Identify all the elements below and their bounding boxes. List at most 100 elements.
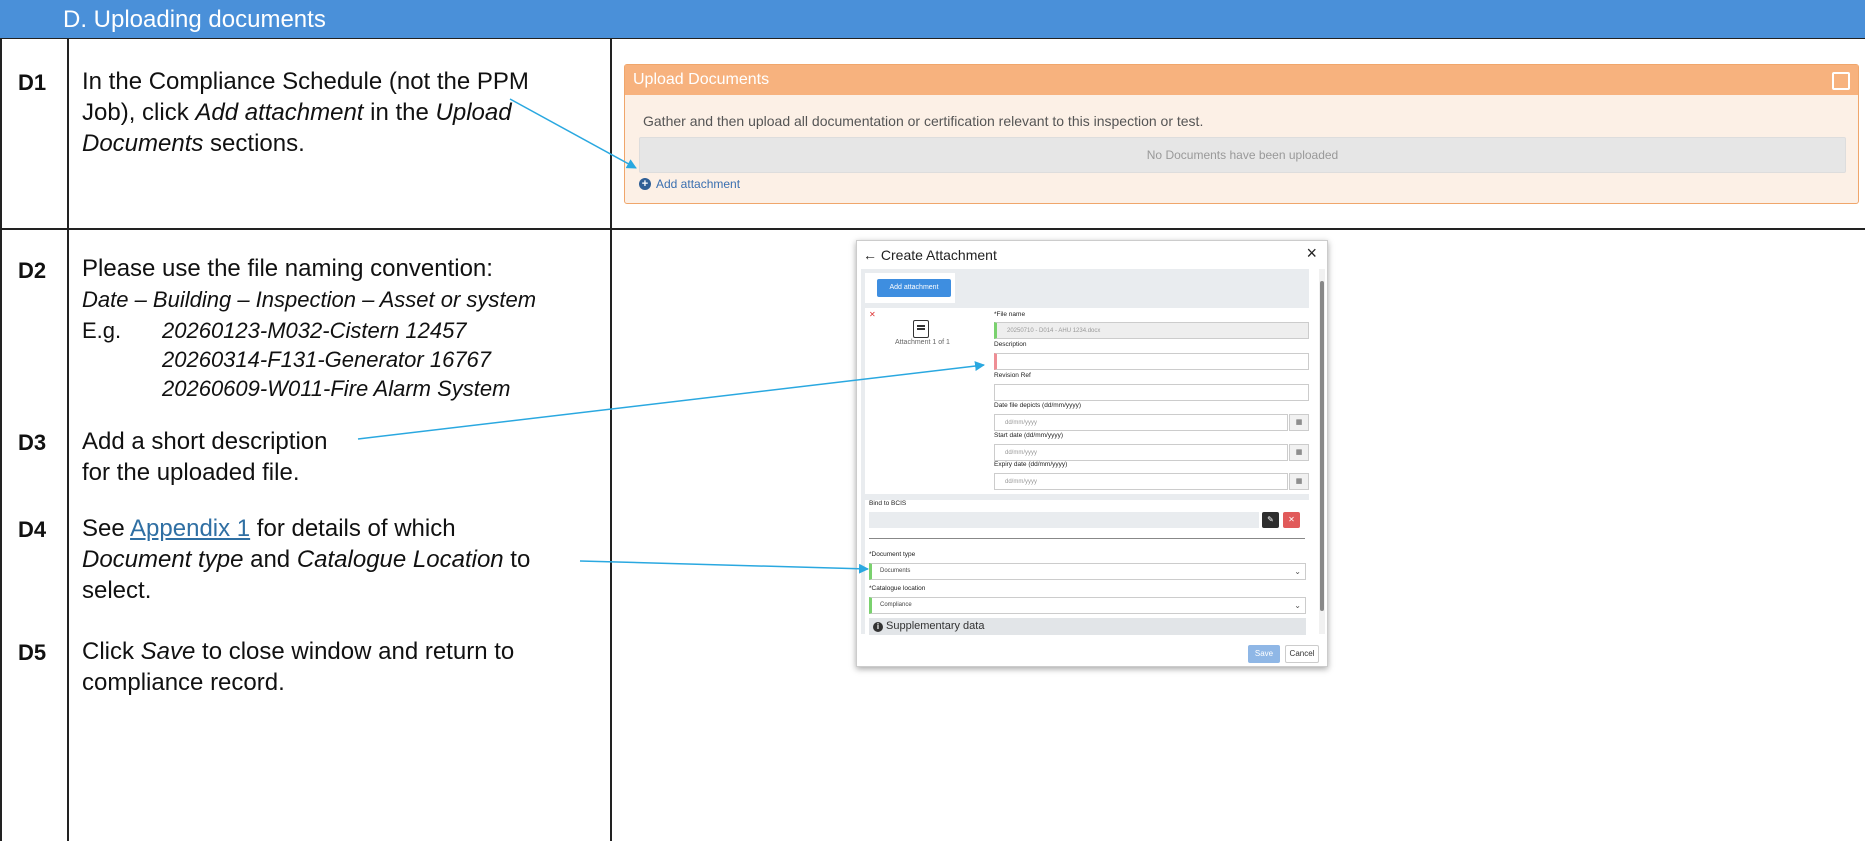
date-depicts-field[interactable]: dd/mm/yyyy — [994, 414, 1288, 431]
start-date-field[interactable]: dd/mm/yyyy — [994, 444, 1288, 461]
pencil-icon[interactable]: ✎ — [1262, 512, 1279, 528]
file-name-field: 20250710 - D014 - AHU 1234.docx — [994, 322, 1309, 339]
d1-line2: Job), click Add attachment in the Upload — [82, 97, 529, 128]
add-attachment-button[interactable]: Add attachment — [877, 279, 951, 297]
step-id-d1: D1 — [18, 70, 47, 95]
d5-line2: compliance record. — [82, 669, 285, 696]
description-field[interactable] — [994, 353, 1309, 370]
calendar-icon[interactable]: ▦ — [1289, 414, 1309, 431]
calendar-icon[interactable]: ▦ — [1289, 444, 1309, 461]
d2-example-3: 20260609-W011-Fire Alarm System — [162, 376, 511, 401]
document-type-select[interactable]: Documents ⌄ — [869, 563, 1306, 580]
step-text-d1: In the Compliance Schedule (not the PPM … — [82, 66, 529, 159]
d1-line2-d: Upload — [435, 99, 512, 126]
d1-line2-b: Add attachment — [195, 99, 364, 126]
plus-circle-icon: + — [639, 178, 651, 190]
expiry-date-field[interactable]: dd/mm/yyyy — [994, 473, 1288, 490]
appendix-1-link[interactable]: Appendix 1 — [130, 515, 250, 542]
section-header: D. Uploading documents — [0, 0, 1865, 39]
arrow-d4 — [579, 560, 869, 574]
d1-line2-c: in the — [363, 99, 436, 126]
d5-line1-a: Click — [82, 638, 141, 665]
step-id-d5: D5 — [18, 640, 47, 665]
d4-line2: Document type and Catalogue Location to — [82, 544, 530, 575]
document-type-label: *Document type — [869, 551, 916, 558]
add-attachment-link[interactable]: + Add attachment — [639, 177, 740, 191]
d5-line1-c: to close window and return to — [195, 638, 515, 665]
attachment-card: ✕ Attachment 1 of 1 *File name 20250710 … — [865, 308, 1309, 494]
file-name-label: *File name — [994, 311, 1026, 318]
d5-line1: Click Save to close window and return to — [82, 636, 514, 667]
d4-rest: for details of which — [250, 515, 456, 542]
d2-eg-label: E.g. — [82, 318, 122, 343]
step-id-d2: D2 — [18, 258, 47, 283]
d4-line2-a: Document type — [82, 546, 244, 573]
catalogue-location-label: *Catalogue location — [869, 585, 926, 592]
revision-ref-label: Revision Ref — [994, 372, 1031, 379]
table-border-left — [0, 38, 2, 841]
d4-line2-c: Catalogue Location — [296, 546, 504, 573]
cancel-button[interactable]: Cancel — [1285, 645, 1319, 663]
remove-attachment-icon[interactable]: ✕ — [869, 310, 876, 319]
d2-example-2: 20260314-F131-Generator 16767 — [162, 347, 492, 372]
bind-bcis-label: Bind to BCIS — [869, 500, 907, 507]
upload-panel-header: Upload Documents — [625, 65, 1858, 95]
catalogue-location-value: Compliance — [880, 602, 912, 608]
d4-line3: select. — [82, 577, 152, 604]
upload-panel-title: Upload Documents — [633, 71, 770, 88]
d1-line2-a: Job), click — [82, 99, 196, 126]
bcis-field — [869, 512, 1259, 528]
step-text-d4: See Appendix 1 for details of which Docu… — [82, 513, 530, 606]
table-border-col2 — [610, 38, 612, 841]
d3-line1: Add a short description — [82, 428, 328, 455]
d1-line3: Documents sections. — [82, 128, 529, 159]
d4-line2-b: and — [243, 546, 297, 573]
step-id-d3: D3 — [18, 430, 47, 455]
calendar-icon[interactable]: ▦ — [1289, 473, 1309, 490]
d4-line2-d: to — [503, 546, 531, 573]
document-type-value: Documents — [880, 568, 911, 574]
save-button[interactable]: Save — [1248, 645, 1280, 663]
d2-line2: Date – Building – Inspection – Asset or … — [82, 287, 537, 312]
d2-line1: Please use the file naming convention: — [82, 255, 493, 282]
d5-line1-b: Save — [140, 638, 196, 665]
d4-line1: See Appendix 1 for details of which — [82, 513, 530, 544]
d4-see: See — [82, 515, 131, 542]
dialog-title[interactable]: ← Create Attachment — [863, 247, 997, 263]
add-attachment-button-label: Add attachment — [889, 284, 939, 291]
step-text-d3: Add a short description for the uploaded… — [82, 426, 327, 488]
supplementary-data-section[interactable]: i Supplementary data — [869, 618, 1306, 635]
table-border-col1 — [67, 38, 69, 841]
d2-example-1: 20260123-M032-Cistern 12457 — [162, 318, 467, 343]
dialog-scrollbar[interactable] — [1319, 269, 1325, 634]
scroll-thumb[interactable] — [1320, 281, 1324, 611]
bcis-section: Bind to BCIS ✎ ✕ *Document type Document… — [865, 500, 1309, 635]
attachment-count: Attachment 1 of 1 — [895, 339, 950, 346]
chevron-down-icon: ⌄ — [1294, 601, 1301, 610]
d1-line3-b: sections. — [203, 130, 305, 157]
info-icon: i — [873, 622, 883, 632]
step-id-d4: D4 — [18, 517, 47, 542]
add-attachment-label: Add attachment — [656, 177, 741, 191]
document-icon — [913, 320, 929, 338]
d3-line2: for the uploaded file. — [82, 459, 300, 486]
chevron-down-icon: ⌄ — [1294, 567, 1301, 576]
upload-documents-panel: Upload Documents Gather and then upload … — [624, 64, 1859, 204]
document-page: D. Uploading documents D1 In the Complia… — [0, 0, 1865, 841]
supplementary-data-label: Supplementary data — [886, 620, 985, 632]
catalogue-location-select[interactable]: Compliance ⌄ — [869, 597, 1306, 614]
upload-panel-description: Gather and then upload all documentation… — [643, 113, 1204, 129]
table-row-divider — [0, 228, 1865, 230]
date-depicts-label: Date file depicts (dd/mm/yyyy) — [994, 402, 1082, 409]
expiry-date-label: Expiry date (dd/mm/yyyy) — [994, 461, 1068, 468]
no-documents-message: No Documents have been uploaded — [639, 137, 1846, 173]
upload-panel-checkbox[interactable] — [1832, 72, 1850, 90]
revision-ref-field[interactable] — [994, 384, 1309, 401]
close-icon[interactable]: ✕ — [1283, 512, 1300, 528]
divider — [869, 538, 1305, 539]
d1-line3-a: Documents — [82, 130, 204, 157]
step-text-d5: Click Save to close window and return to… — [82, 636, 514, 698]
start-date-label: Start date (dd/mm/yyyy) — [994, 432, 1063, 439]
step-text-d2: Please use the file naming convention: D… — [82, 253, 536, 315]
close-icon[interactable]: × — [1306, 243, 1317, 264]
